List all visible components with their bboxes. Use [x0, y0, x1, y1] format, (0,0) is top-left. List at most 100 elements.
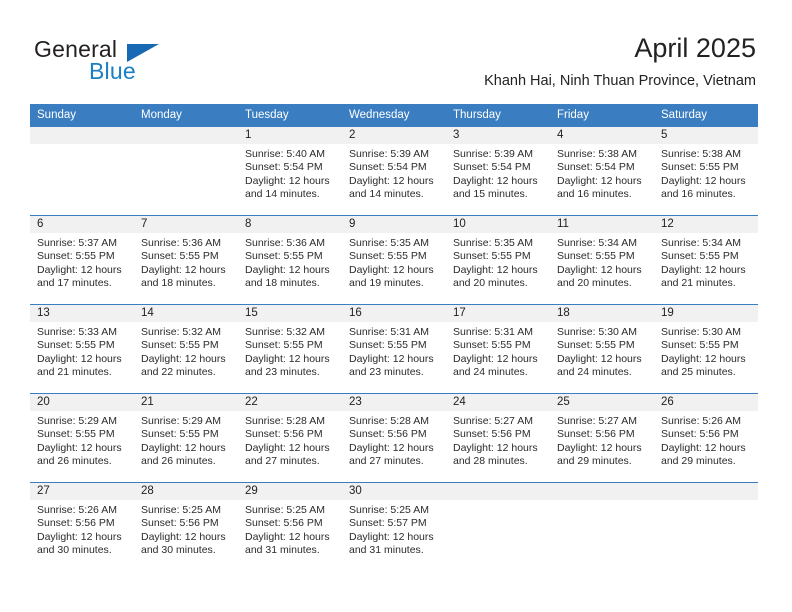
- daylight-text: Daylight: 12 hours: [661, 441, 746, 454]
- day-number: 24: [446, 394, 550, 411]
- daylight-text: and 18 minutes.: [245, 277, 320, 290]
- day-details: Sunrise: 5:29 AM Sunset: 5:55 PM Daylight:…: [30, 411, 134, 469]
- day-details: Sunrise: 5:33 AM Sunset: 5:55 PM Daylight:…: [30, 322, 134, 380]
- daylight-text: Daylight: 12 hours: [557, 174, 642, 187]
- daylight-text: Daylight: 12 hours: [453, 263, 538, 276]
- sunset-text: Sunset: 5:56 PM: [245, 428, 323, 441]
- calendar-day-cell[interactable]: 20 Sunrise: 5:29 AM Sunset: 5:55 PM Dayligh…: [30, 393, 134, 482]
- daylight-text: Daylight: 12 hours: [453, 352, 538, 365]
- calendar-day-cell[interactable]: 28 Sunrise: 5:25 AM Sunset: 5:56 PM Dayligh…: [134, 482, 238, 571]
- weekday-header-monday: Monday: [134, 104, 238, 126]
- sunrise-text: Sunrise: 5:28 AM: [349, 415, 429, 427]
- weekday-header-tuesday: Tuesday: [238, 104, 342, 126]
- calendar-day-cell[interactable]: 12 Sunrise: 5:34 AM Sunset: 5:55 PM Dayligh…: [654, 215, 758, 304]
- daylight-text: Daylight: 12 hours: [37, 263, 122, 276]
- day-details: Sunrise: 5:34 AM Sunset: 5:55 PM Daylight:…: [654, 233, 758, 291]
- calendar-page: General Blue April 2025 Khanh Hai, Ninh …: [0, 0, 792, 612]
- calendar-day-cell[interactable]: 22 Sunrise: 5:28 AM Sunset: 5:56 PM Dayligh…: [238, 393, 342, 482]
- daylight-text: and 23 minutes.: [349, 366, 424, 379]
- day-number: 8: [238, 216, 342, 233]
- day-details: Sunrise: 5:38 AM Sunset: 5:55 PM Daylight:…: [654, 144, 758, 202]
- calendar-grid: Sunday Monday Tuesday Wednesday Thursday Frid…: [30, 104, 758, 571]
- day-details: Sunrise: 5:30 AM Sunset: 5:55 PM Daylight:…: [550, 322, 654, 380]
- weekday-header-wednesday: Wednesday: [342, 104, 446, 126]
- sunrise-text: Sunrise: 5:34 AM: [557, 237, 637, 249]
- daylight-text: and 24 minutes.: [557, 366, 632, 379]
- page-subtitle: Khanh Hai, Ninh Thuan Province, Vietnam: [484, 73, 756, 89]
- daylight-text: Daylight: 12 hours: [245, 263, 330, 276]
- sunrise-text: Sunrise: 5:28 AM: [245, 415, 325, 427]
- sunset-text: Sunset: 5:54 PM: [557, 161, 635, 174]
- daylight-text: Daylight: 12 hours: [349, 174, 434, 187]
- calendar-day-cell[interactable]: 27 Sunrise: 5:26 AM Sunset: 5:56 PM Dayligh…: [30, 482, 134, 571]
- day-number: 12: [654, 216, 758, 233]
- day-number: 18: [550, 305, 654, 322]
- calendar-day-cell[interactable]: 7 Sunrise: 5:36 AM Sunset: 5:55 PM Daylight…: [134, 215, 238, 304]
- calendar-day-cell[interactable]: 30 Sunrise: 5:25 AM Sunset: 5:57 PM Dayligh…: [342, 482, 446, 571]
- sunset-text: Sunset: 5:57 PM: [349, 517, 427, 530]
- daylight-text: and 29 minutes.: [661, 455, 736, 468]
- calendar-day-cell[interactable]: 17 Sunrise: 5:31 AM Sunset: 5:55 PM Dayligh…: [446, 304, 550, 393]
- calendar-week-row: 6 Sunrise: 5:37 AM Sunset: 5:55 PM Daylight…: [30, 215, 758, 304]
- calendar-day-cell[interactable]: 8 Sunrise: 5:36 AM Sunset: 5:55 PM Daylight…: [238, 215, 342, 304]
- calendar-week-row: 20 Sunrise: 5:29 AM Sunset: 5:55 PM Dayligh…: [30, 393, 758, 482]
- calendar-day-cell[interactable]: 10 Sunrise: 5:35 AM Sunset: 5:55 PM Dayligh…: [446, 215, 550, 304]
- day-number: 22: [238, 394, 342, 411]
- day-details: Sunrise: 5:32 AM Sunset: 5:55 PM Daylight:…: [134, 322, 238, 380]
- daylight-text: and 16 minutes.: [661, 188, 736, 201]
- calendar-day-cell[interactable]: 25 Sunrise: 5:27 AM Sunset: 5:56 PM Dayligh…: [550, 393, 654, 482]
- daylight-text: and 15 minutes.: [453, 188, 528, 201]
- daylight-text: and 24 minutes.: [453, 366, 528, 379]
- day-details: Sunrise: 5:26 AM Sunset: 5:56 PM Daylight:…: [654, 411, 758, 469]
- day-details: Sunrise: 5:27 AM Sunset: 5:56 PM Daylight:…: [550, 411, 654, 469]
- sunset-text: Sunset: 5:55 PM: [141, 428, 219, 441]
- calendar-day-cell[interactable]: 4 Sunrise: 5:38 AM Sunset: 5:54 PM Daylight…: [550, 126, 654, 215]
- calendar-day-cell[interactable]: 19 Sunrise: 5:30 AM Sunset: 5:55 PM Dayligh…: [654, 304, 758, 393]
- calendar-day-cell[interactable]: 9 Sunrise: 5:35 AM Sunset: 5:55 PM Daylight…: [342, 215, 446, 304]
- calendar-day-cell[interactable]: 13 Sunrise: 5:33 AM Sunset: 5:55 PM Dayligh…: [30, 304, 134, 393]
- daylight-text: Daylight: 12 hours: [349, 263, 434, 276]
- day-details: Sunrise: 5:35 AM Sunset: 5:55 PM Daylight:…: [446, 233, 550, 291]
- day-number: 15: [238, 305, 342, 322]
- calendar-day-cell[interactable]: 3 Sunrise: 5:39 AM Sunset: 5:54 PM Daylight…: [446, 126, 550, 215]
- daylight-text: Daylight: 12 hours: [453, 441, 538, 454]
- calendar-day-cell[interactable]: 2 Sunrise: 5:39 AM Sunset: 5:54 PM Daylight…: [342, 126, 446, 215]
- calendar-day-cell[interactable]: 11 Sunrise: 5:34 AM Sunset: 5:55 PM Dayligh…: [550, 215, 654, 304]
- calendar-day-cell[interactable]: 29 Sunrise: 5:25 AM Sunset: 5:56 PM Dayligh…: [238, 482, 342, 571]
- daylight-text: and 27 minutes.: [245, 455, 320, 468]
- day-number: 28: [134, 483, 238, 500]
- day-details: [134, 144, 238, 148]
- sunset-text: Sunset: 5:55 PM: [245, 339, 323, 352]
- daylight-text: and 26 minutes.: [141, 455, 216, 468]
- day-number: 3: [446, 127, 550, 144]
- daylight-text: Daylight: 12 hours: [141, 441, 226, 454]
- calendar-day-cell[interactable]: 16 Sunrise: 5:31 AM Sunset: 5:55 PM Dayligh…: [342, 304, 446, 393]
- sunset-text: Sunset: 5:55 PM: [141, 250, 219, 263]
- daylight-text: and 14 minutes.: [349, 188, 424, 201]
- calendar-day-cell[interactable]: 18 Sunrise: 5:30 AM Sunset: 5:55 PM Dayligh…: [550, 304, 654, 393]
- calendar-day-cell[interactable]: 26 Sunrise: 5:26 AM Sunset: 5:56 PM Dayligh…: [654, 393, 758, 482]
- day-details: Sunrise: 5:25 AM Sunset: 5:56 PM Daylight:…: [238, 500, 342, 558]
- sunset-text: Sunset: 5:56 PM: [245, 517, 323, 530]
- calendar-day-cell[interactable]: 5 Sunrise: 5:38 AM Sunset: 5:55 PM Daylight…: [654, 126, 758, 215]
- daylight-text: and 26 minutes.: [37, 455, 112, 468]
- day-number: [446, 483, 550, 500]
- calendar-day-cell[interactable]: 23 Sunrise: 5:28 AM Sunset: 5:56 PM Dayligh…: [342, 393, 446, 482]
- sunrise-text: Sunrise: 5:29 AM: [37, 415, 117, 427]
- generalblue-logo[interactable]: General Blue: [34, 36, 214, 88]
- calendar-week-row: 1 Sunrise: 5:40 AM Sunset: 5:54 PM Daylight…: [30, 126, 758, 215]
- calendar-day-cell[interactable]: 15 Sunrise: 5:32 AM Sunset: 5:55 PM Dayligh…: [238, 304, 342, 393]
- daylight-text: Daylight: 12 hours: [661, 174, 746, 187]
- day-number: 9: [342, 216, 446, 233]
- calendar-day-cell[interactable]: 21 Sunrise: 5:29 AM Sunset: 5:55 PM Dayligh…: [134, 393, 238, 482]
- calendar-day-cell[interactable]: 1 Sunrise: 5:40 AM Sunset: 5:54 PM Daylight…: [238, 126, 342, 215]
- calendar-day-cell[interactable]: 6 Sunrise: 5:37 AM Sunset: 5:55 PM Daylight…: [30, 215, 134, 304]
- day-number: 4: [550, 127, 654, 144]
- calendar-day-cell[interactable]: 14 Sunrise: 5:32 AM Sunset: 5:55 PM Dayligh…: [134, 304, 238, 393]
- calendar-day-cell[interactable]: 24 Sunrise: 5:27 AM Sunset: 5:56 PM Dayligh…: [446, 393, 550, 482]
- sunset-text: Sunset: 5:55 PM: [349, 250, 427, 263]
- sunset-text: Sunset: 5:56 PM: [37, 517, 115, 530]
- sunrise-text: Sunrise: 5:38 AM: [557, 148, 637, 160]
- sunset-text: Sunset: 5:55 PM: [453, 250, 531, 263]
- day-details: Sunrise: 5:31 AM Sunset: 5:55 PM Daylight:…: [446, 322, 550, 380]
